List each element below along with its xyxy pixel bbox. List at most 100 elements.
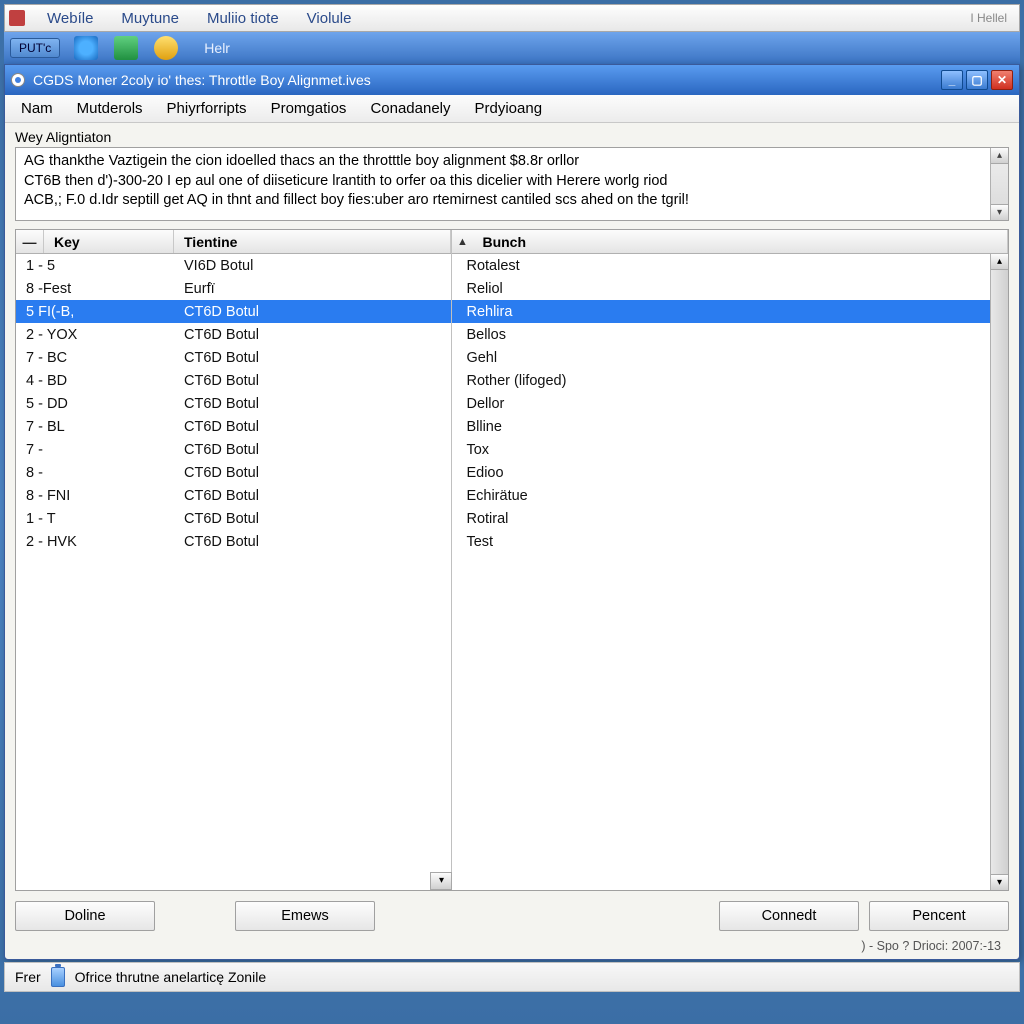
table-row[interactable]: 5 - DDCT6D Botul xyxy=(16,392,451,415)
table-row[interactable]: 1 - 5VI6D Botul xyxy=(16,254,451,277)
description-line: CT6B then d')-300-20 I ep aul one of dii… xyxy=(24,172,1000,192)
top-menu-item[interactable]: Violule xyxy=(293,8,366,29)
emews-button[interactable]: Emews xyxy=(235,901,375,931)
cell-bunch: Echirätue xyxy=(452,488,1008,504)
window-title-icon xyxy=(11,73,25,87)
status-text: ) - Spo ? Drioci: 2007:-13 xyxy=(861,935,1009,953)
os-toolbar: PUT'c Helr xyxy=(4,32,1020,64)
table-row[interactable]: Echirätue xyxy=(452,484,1008,507)
description-label: Wey Aligntiaton xyxy=(15,129,1009,145)
table-row[interactable]: 5 FI(-B,CT6D Botul xyxy=(16,300,451,323)
table-row[interactable]: 2 - HVKCT6D Botul xyxy=(16,530,451,553)
scroll-down-icon[interactable]: ▾ xyxy=(991,204,1008,220)
table-row[interactable]: 7 - BCCT6D Botul xyxy=(16,346,451,369)
table-row[interactable]: Bellos xyxy=(452,323,1008,346)
cell-bunch: Tox xyxy=(452,442,1008,458)
top-menu-item[interactable]: Webíle xyxy=(33,8,107,29)
cell-tientine: CT6D Botul xyxy=(174,327,451,343)
os-top-menubar: Webíle Muytune Muliio tiote Violule I He… xyxy=(4,4,1020,32)
cell-key: 8 - xyxy=(16,465,174,481)
column-header-key[interactable]: Key xyxy=(44,230,174,253)
scroll-up-icon[interactable]: ▴ xyxy=(991,254,1008,270)
menu-item[interactable]: Mutderols xyxy=(65,98,155,119)
description-textbox[interactable]: AG thankthe Vaztigein the cion idoelled … xyxy=(15,147,1009,221)
top-menu-item[interactable]: Muliio tiote xyxy=(193,8,293,29)
list-left-header: — Key Tientine xyxy=(16,230,451,254)
table-row[interactable]: 8 -FestEurfï xyxy=(16,277,451,300)
toolbar-help-label[interactable]: Helr xyxy=(204,40,230,56)
window-maximize-button[interactable]: ▢ xyxy=(966,70,988,90)
left-rows: 1 - 5VI6D Botul8 -FestEurfï5 FI(-B,CT6D … xyxy=(16,254,451,890)
menu-item[interactable]: Nam xyxy=(9,98,65,119)
cell-bunch: Test xyxy=(452,534,1008,550)
menu-item[interactable]: Phiyrforripts xyxy=(155,98,259,119)
menu-item[interactable]: Conadanely xyxy=(358,98,462,119)
table-row[interactable]: Blline xyxy=(452,415,1008,438)
app-window: CGDS Moner 2coly io' thes: Throttle Boy … xyxy=(4,64,1020,960)
cell-bunch: Dellor xyxy=(452,396,1008,412)
table-row[interactable]: 1 - TCT6D Botul xyxy=(16,507,451,530)
table-row[interactable]: 4 - BDCT6D Botul xyxy=(16,369,451,392)
menu-item[interactable]: Prdyioang xyxy=(463,98,555,119)
os-status-bar: Frer Ofrice thrutne anelarticę Zonile xyxy=(4,962,1020,992)
column-header-tientine[interactable]: Tientine xyxy=(174,230,451,253)
cell-tientine: VI6D Botul xyxy=(174,258,451,274)
table-row[interactable]: Test xyxy=(452,530,1008,553)
table-row[interactable]: Gehl xyxy=(452,346,1008,369)
table-row[interactable]: Rother (lifoged) xyxy=(452,369,1008,392)
window-titlebar[interactable]: CGDS Moner 2coly io' thes: Throttle Boy … xyxy=(5,65,1019,95)
cell-key: 8 - FNI xyxy=(16,488,174,504)
menu-item[interactable]: Promgatios xyxy=(259,98,359,119)
table-row[interactable]: Tox xyxy=(452,438,1008,461)
list-vertical-scrollbar[interactable]: ▴ ▾ xyxy=(990,254,1008,890)
table-row[interactable]: 2 - YOXCT6D Botul xyxy=(16,323,451,346)
cell-key: 2 - HVK xyxy=(16,534,174,550)
cell-key: 1 - 5 xyxy=(16,258,174,274)
status-text: Ofrice thrutne anelarticę Zonile xyxy=(75,969,266,985)
doline-button[interactable]: Doline xyxy=(15,901,155,931)
cell-tientine: CT6D Botul xyxy=(174,511,451,527)
table-row[interactable]: Rehlira xyxy=(452,300,1008,323)
top-right-label: I Hellel xyxy=(970,11,1015,25)
expand-all-toggle[interactable]: — xyxy=(16,230,44,253)
left-column-scroll-down-icon[interactable]: ▾ xyxy=(430,872,452,890)
list-right-column: ▲ Bunch RotalestReliolRehliraBellosGehlR… xyxy=(452,230,1008,890)
sort-indicator-icon[interactable]: ▲ xyxy=(452,230,472,253)
table-row[interactable]: 8 - FNICT6D Botul xyxy=(16,484,451,507)
column-header-bunch[interactable]: Bunch xyxy=(472,230,1008,253)
cell-tientine: CT6D Botul xyxy=(174,396,451,412)
table-row[interactable]: Rotalest xyxy=(452,254,1008,277)
button-row: Doline Emews Connedt Pencent xyxy=(15,891,1009,935)
table-row[interactable]: 7 - BLCT6D Botul xyxy=(16,415,451,438)
toolbar-globe-icon[interactable] xyxy=(74,36,98,60)
pencent-button[interactable]: Pencent xyxy=(869,901,1009,931)
top-menu-item[interactable]: Muytune xyxy=(107,8,193,29)
toolbar-disc-icon[interactable] xyxy=(154,36,178,60)
cell-bunch: Blline xyxy=(452,419,1008,435)
window-controls: _ ▢ ✕ xyxy=(941,70,1013,90)
table-row[interactable]: 7 -CT6D Botul xyxy=(16,438,451,461)
cell-key: 4 - BD xyxy=(16,373,174,389)
scroll-up-icon[interactable]: ▴ xyxy=(991,148,1008,164)
window-close-button[interactable]: ✕ xyxy=(991,70,1013,90)
cell-tientine: CT6D Botul xyxy=(174,419,451,435)
table-row[interactable]: Rotiral xyxy=(452,507,1008,530)
cell-key: 5 FI(-B, xyxy=(16,304,174,320)
list-right-header: ▲ Bunch xyxy=(452,230,1008,254)
app-icon xyxy=(9,10,25,26)
connedt-button[interactable]: Connedt xyxy=(719,901,859,931)
table-row[interactable]: Edioo xyxy=(452,461,1008,484)
toolbar-left-button[interactable]: PUT'c xyxy=(10,38,60,58)
cell-key: 5 - DD xyxy=(16,396,174,412)
table-row[interactable]: 8 -CT6D Botul xyxy=(16,461,451,484)
cell-key: 2 - YOX xyxy=(16,327,174,343)
toolbar-tool-icon[interactable] xyxy=(114,36,138,60)
window-content: Wey Aligntiaton AG thankthe Vaztigein th… xyxy=(5,123,1019,959)
cell-bunch: Edioo xyxy=(452,465,1008,481)
table-row[interactable]: Dellor xyxy=(452,392,1008,415)
status-left-label: Frer xyxy=(15,969,41,985)
description-scrollbar[interactable]: ▴ ▾ xyxy=(990,148,1008,220)
window-minimize-button[interactable]: _ xyxy=(941,70,963,90)
scroll-down-icon[interactable]: ▾ xyxy=(991,874,1008,890)
table-row[interactable]: Reliol xyxy=(452,277,1008,300)
